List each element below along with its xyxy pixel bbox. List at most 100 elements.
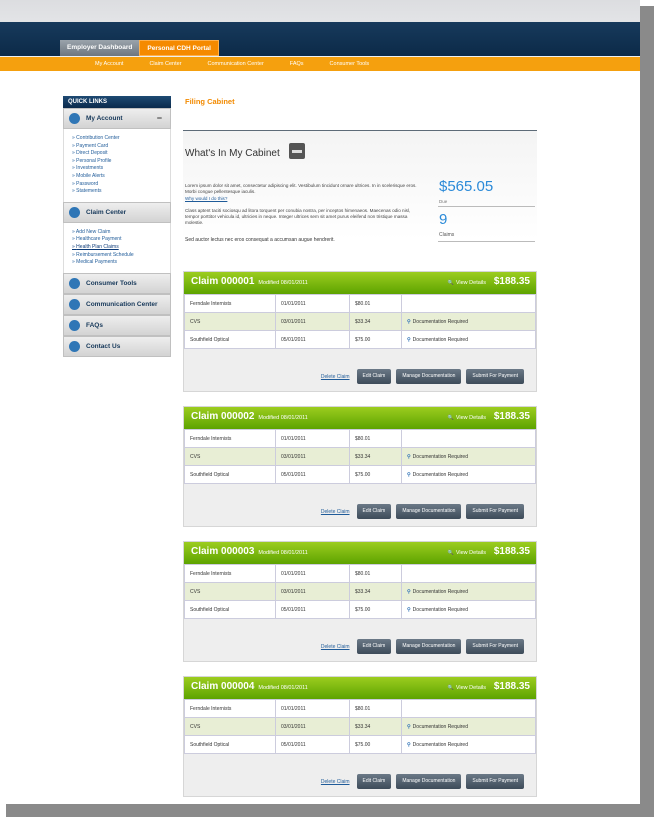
- sidebar-link[interactable]: » Reimbursement Schedule: [72, 252, 170, 260]
- sidebar-section-label: Consumer Tools: [86, 279, 137, 287]
- sidebar-link-active[interactable]: » Health Plan Claims: [72, 244, 170, 252]
- sidebar-link[interactable]: » Contribution Center: [72, 135, 170, 143]
- claim-modified: Modified 08/01/2011: [258, 685, 308, 691]
- sidebar-section-my-account[interactable]: My Account −: [63, 108, 171, 129]
- submit-payment-button[interactable]: Submit For Payment: [466, 504, 524, 519]
- table-row[interactable]: CVS 03/01/2011 $33.34 ⚲ Documentation Req…: [184, 447, 536, 466]
- claim-modified: Modified 08/01/2011: [258, 550, 308, 556]
- phone-icon: [69, 340, 80, 352]
- claim-header: Claim 000001Modified 08/01/2011 View Det…: [184, 272, 536, 294]
- submit-payment-button[interactable]: Submit For Payment: [466, 369, 524, 384]
- delete-claim-link[interactable]: Delete Claim: [321, 779, 350, 785]
- subnav-faqs[interactable]: FAQs: [290, 58, 304, 70]
- delete-claim-link[interactable]: Delete Claim: [321, 509, 350, 515]
- search-icon: ⚲: [407, 588, 411, 595]
- claim-modified: Modified 08/01/2011: [258, 280, 308, 286]
- claim-header: Claim 000002Modified 08/01/2011 View Det…: [184, 407, 536, 429]
- delete-claim-link[interactable]: Delete Claim: [321, 374, 350, 380]
- cabinet-description: Lorem ipsum dolor sit amet, consectetur …: [185, 183, 417, 194]
- documentation-cell[interactable]: ⚲ Documentation Required: [401, 465, 536, 484]
- date-cell: 03/01/2011: [275, 447, 350, 466]
- sidebar-link[interactable]: » Password: [72, 181, 170, 189]
- documentation-cell[interactable]: ⚲ Documentation Required: [401, 447, 536, 466]
- claim-actions: Delete Claim Edit Claim Manage Documenta…: [321, 639, 524, 654]
- view-details-link[interactable]: View Details: [448, 415, 486, 421]
- view-details-link[interactable]: View Details: [448, 550, 486, 556]
- manage-documentation-button[interactable]: Manage Documentation: [396, 504, 462, 519]
- documentation-cell[interactable]: ⚲ Documentation Required: [401, 600, 536, 619]
- table-row[interactable]: Southfield Optical 05/01/2011 $75.00 ⚲ Do…: [184, 600, 536, 619]
- edit-claim-button[interactable]: Edit Claim: [356, 774, 392, 789]
- subnav-claim-center[interactable]: Claim Center: [149, 58, 181, 70]
- question-icon: [69, 319, 80, 331]
- amount-cell: $80.01: [349, 429, 402, 448]
- manage-documentation-button[interactable]: Manage Documentation: [396, 369, 462, 384]
- cabinet-summary: What's In My Cabinet Lorem ipsum dolor s…: [183, 130, 537, 243]
- tab-employer-dashboard[interactable]: Employer Dashboard: [60, 40, 140, 56]
- claim-header: Claim 000004Modified 08/01/2011 View Det…: [184, 677, 536, 699]
- amount-cell: $33.34: [349, 312, 402, 331]
- table-row[interactable]: Southfield Optical 05/01/2011 $75.00 ⚲ Do…: [184, 465, 536, 484]
- edit-claim-button[interactable]: Edit Claim: [356, 369, 392, 384]
- claim-card: Claim 000004Modified 08/01/2011 View Det…: [183, 676, 537, 797]
- collapse-icon[interactable]: −: [157, 109, 162, 128]
- date-cell: 05/01/2011: [275, 600, 350, 619]
- documentation-cell: [401, 429, 536, 448]
- claim-header: Claim 000003Modified 08/01/2011 View Det…: [184, 542, 536, 564]
- table-row[interactable]: Ferndale Internists 01/01/2011 $80.01: [184, 429, 536, 448]
- sidebar-section-claim-center[interactable]: Claim Center: [63, 201, 171, 223]
- sidebar-link[interactable]: » Payment Card: [72, 143, 170, 151]
- sidebar-link[interactable]: » Mobile Alerts: [72, 173, 170, 181]
- table-row[interactable]: Ferndale Internists 01/01/2011 $80.01: [184, 699, 536, 718]
- sidebar-link[interactable]: » Medical Payments: [72, 259, 170, 267]
- claims-count: 9: [439, 211, 448, 228]
- date-cell: 03/01/2011: [275, 582, 350, 601]
- date-cell: 03/01/2011: [275, 717, 350, 736]
- sidebar-link[interactable]: » Add New Claim: [72, 229, 170, 237]
- subnav-consumer-tools[interactable]: Consumer Tools: [330, 58, 370, 70]
- amount-cell: $75.00: [349, 735, 402, 754]
- sidebar-section-faqs[interactable]: FAQs: [63, 314, 171, 336]
- provider-cell: CVS: [184, 447, 276, 466]
- table-row[interactable]: Southfield Optical 05/01/2011 $75.00 ⚲ Do…: [184, 735, 536, 754]
- why-link[interactable]: Why would I do this?: [185, 196, 227, 201]
- table-row[interactable]: Ferndale Internists 01/01/2011 $80.01: [184, 564, 536, 583]
- tab-personal-portal[interactable]: Personal CDH Portal: [139, 40, 219, 56]
- table-row[interactable]: CVS 03/01/2011 $33.34 ⚲ Documentation Req…: [184, 582, 536, 601]
- documentation-cell[interactable]: ⚲ Documentation Required: [401, 582, 536, 601]
- submit-payment-button[interactable]: Submit For Payment: [466, 774, 524, 789]
- sidebar-link[interactable]: » Personal Profile: [72, 158, 170, 166]
- table-row[interactable]: Ferndale Internists 01/01/2011 $80.01: [184, 294, 536, 313]
- table-row[interactable]: CVS 03/01/2011 $33.34 ⚲ Documentation Req…: [184, 717, 536, 736]
- delete-claim-link[interactable]: Delete Claim: [321, 644, 350, 650]
- documentation-cell[interactable]: ⚲ Documentation Required: [401, 735, 536, 754]
- manage-documentation-button[interactable]: Manage Documentation: [396, 774, 462, 789]
- submit-payment-button[interactable]: Submit For Payment: [466, 639, 524, 654]
- sidebar-section-label: FAQs: [86, 321, 103, 329]
- subnav-communication-center[interactable]: Communication Center: [208, 58, 264, 70]
- documentation-cell[interactable]: ⚲ Documentation Required: [401, 330, 536, 349]
- table-row[interactable]: Southfield Optical 05/01/2011 $75.00 ⚲ Do…: [184, 330, 536, 349]
- documentation-cell[interactable]: ⚲ Documentation Required: [401, 717, 536, 736]
- sidebar-section-consumer-tools[interactable]: Consumer Tools: [63, 272, 171, 294]
- date-cell: 01/01/2011: [275, 429, 350, 448]
- date-cell: 03/01/2011: [275, 312, 350, 331]
- table-row[interactable]: CVS 03/01/2011 $33.34 ⚲ Documentation Req…: [184, 312, 536, 331]
- sidebar-link[interactable]: » Statements: [72, 188, 170, 196]
- edit-claim-button[interactable]: Edit Claim: [356, 639, 392, 654]
- sidebar-section-contact-us[interactable]: Contact Us: [63, 335, 171, 357]
- sidebar-link[interactable]: » Healthcare Payment: [72, 236, 170, 244]
- sidebar-link[interactable]: » Direct Deposit: [72, 150, 170, 158]
- manage-documentation-button[interactable]: Manage Documentation: [396, 639, 462, 654]
- subnav-my-account[interactable]: My Account: [95, 58, 123, 70]
- amount-cell: $80.01: [349, 564, 402, 583]
- view-details-link[interactable]: View Details: [448, 685, 486, 691]
- filing-cabinet-icon: [289, 143, 305, 159]
- claim-table: Ferndale Internists 01/01/2011 $80.01 CV…: [184, 699, 536, 754]
- edit-claim-button[interactable]: Edit Claim: [356, 504, 392, 519]
- sidebar-section-communication-center[interactable]: Communication Center: [63, 293, 171, 315]
- view-details-link[interactable]: View Details: [448, 280, 486, 286]
- documentation-cell[interactable]: ⚲ Documentation Required: [401, 312, 536, 331]
- sidebar-link[interactable]: » Investments: [72, 165, 170, 173]
- tools-icon: [69, 277, 80, 289]
